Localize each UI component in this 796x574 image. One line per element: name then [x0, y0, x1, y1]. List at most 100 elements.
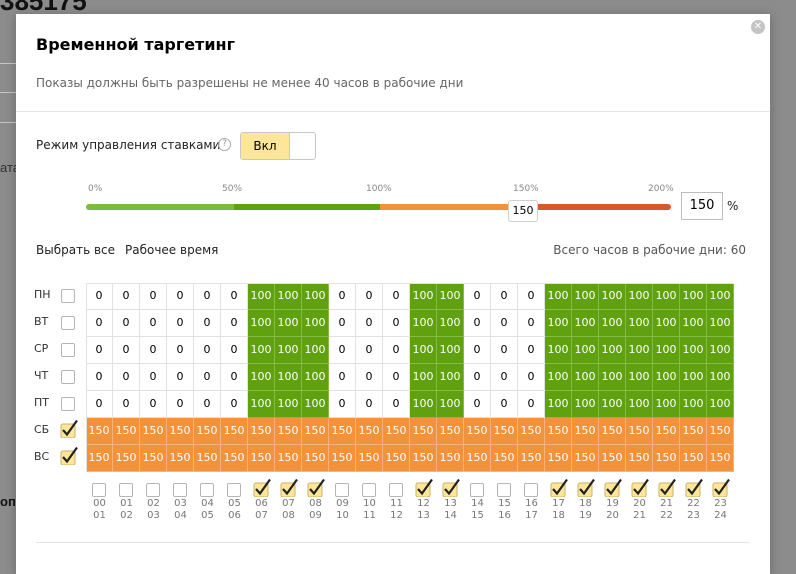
time-grid[interactable]: 0 0 0 0 0 0 100 100 100 0 0 0 100 100 0 0 0 100 100 100 100 1… [86, 283, 734, 472]
hour-checkbox[interactable] [712, 478, 730, 497]
grid-cell[interactable]: 150 [383, 445, 410, 472]
help-icon[interactable]: ? [218, 138, 231, 151]
grid-cell[interactable]: 100 [410, 391, 437, 418]
grid-cell[interactable]: 100 [599, 364, 626, 391]
grid-cell[interactable]: 0 [113, 337, 140, 364]
grid-cell[interactable]: 0 [140, 283, 167, 310]
grid-cell[interactable]: 100 [545, 337, 572, 364]
grid-cell[interactable]: 150 [680, 418, 707, 445]
grid-cell[interactable]: 150 [356, 445, 383, 472]
grid-cell[interactable]: 100 [680, 337, 707, 364]
grid-cell[interactable]: 0 [491, 310, 518, 337]
grid-cell[interactable]: 150 [248, 445, 275, 472]
grid-cell[interactable]: 0 [113, 391, 140, 418]
grid-cell[interactable]: 0 [221, 283, 248, 310]
grid-cell[interactable]: 100 [302, 310, 329, 337]
grid-cell[interactable]: 150 [86, 418, 113, 445]
hour-checkbox[interactable] [335, 483, 349, 497]
grid-cell[interactable]: 150 [275, 445, 302, 472]
day-checkbox[interactable] [61, 370, 75, 384]
grid-cell[interactable]: 150 [491, 418, 518, 445]
grid-cell[interactable]: 100 [437, 283, 464, 310]
grid-cell[interactable]: 150 [464, 418, 491, 445]
grid-cell[interactable]: 0 [113, 310, 140, 337]
grid-cell[interactable]: 150 [329, 445, 356, 472]
grid-cell[interactable]: 150 [140, 418, 167, 445]
grid-cell[interactable]: 0 [167, 283, 194, 310]
grid-cell[interactable]: 100 [626, 364, 653, 391]
grid-cell[interactable]: 0 [518, 364, 545, 391]
grid-cell[interactable]: 100 [248, 391, 275, 418]
grid-cell[interactable]: 0 [140, 364, 167, 391]
hour-checkbox[interactable] [550, 478, 568, 497]
grid-cell[interactable]: 100 [302, 364, 329, 391]
grid-cell[interactable]: 100 [248, 364, 275, 391]
grid-cell[interactable]: 0 [383, 364, 410, 391]
grid-cell[interactable]: 0 [167, 337, 194, 364]
grid-cell[interactable]: 150 [653, 418, 680, 445]
grid-cell[interactable]: 0 [464, 364, 491, 391]
grid-cell[interactable]: 0 [167, 310, 194, 337]
grid-cell[interactable]: 100 [302, 337, 329, 364]
grid-cell[interactable]: 100 [626, 391, 653, 418]
hour-checkbox[interactable] [119, 483, 133, 497]
grid-cell[interactable]: 150 [437, 418, 464, 445]
grid-cell[interactable]: 0 [383, 283, 410, 310]
hour-checkbox[interactable] [200, 483, 214, 497]
grid-cell[interactable]: 100 [599, 391, 626, 418]
grid-cell[interactable]: 100 [707, 337, 734, 364]
grid-cell[interactable]: 150 [545, 445, 572, 472]
grid-cell[interactable]: 100 [599, 337, 626, 364]
grid-cell[interactable]: 150 [113, 445, 140, 472]
grid-cell[interactable]: 150 [599, 445, 626, 472]
grid-cell[interactable]: 150 [680, 445, 707, 472]
slider-track-segment[interactable] [234, 204, 380, 210]
grid-cell[interactable]: 100 [572, 364, 599, 391]
day-checkbox[interactable] [61, 343, 75, 357]
hour-checkbox[interactable] [146, 483, 160, 497]
grid-cell[interactable]: 100 [680, 310, 707, 337]
grid-cell[interactable]: 150 [707, 418, 734, 445]
grid-cell[interactable]: 100 [626, 283, 653, 310]
grid-cell[interactable]: 100 [572, 391, 599, 418]
grid-cell[interactable]: 100 [680, 364, 707, 391]
grid-cell[interactable]: 100 [599, 283, 626, 310]
grid-cell[interactable]: 100 [653, 310, 680, 337]
grid-cell[interactable]: 100 [707, 310, 734, 337]
grid-cell[interactable]: 0 [383, 337, 410, 364]
hour-checkbox[interactable] [470, 483, 484, 497]
grid-cell[interactable]: 100 [437, 310, 464, 337]
slider-track-segment[interactable] [86, 204, 234, 210]
grid-cell[interactable]: 0 [491, 364, 518, 391]
hour-checkbox[interactable] [253, 478, 271, 497]
grid-cell[interactable]: 0 [464, 391, 491, 418]
grid-cell[interactable]: 100 [545, 391, 572, 418]
day-checkbox[interactable] [60, 419, 78, 438]
grid-cell[interactable]: 150 [356, 418, 383, 445]
hour-checkbox[interactable] [173, 483, 187, 497]
bid-percent-input[interactable]: 150 [681, 192, 723, 220]
grid-cell[interactable]: 100 [545, 364, 572, 391]
grid-cell[interactable]: 0 [518, 283, 545, 310]
grid-cell[interactable]: 0 [356, 310, 383, 337]
grid-cell[interactable]: 0 [383, 310, 410, 337]
close-icon[interactable]: ✕ [751, 20, 765, 34]
grid-cell[interactable]: 150 [221, 445, 248, 472]
hour-checkbox[interactable] [227, 483, 241, 497]
grid-cell[interactable]: 100 [680, 391, 707, 418]
grid-cell[interactable]: 100 [545, 310, 572, 337]
grid-cell[interactable]: 150 [167, 445, 194, 472]
grid-cell[interactable]: 0 [518, 337, 545, 364]
grid-cell[interactable]: 0 [221, 364, 248, 391]
grid-cell[interactable]: 0 [167, 364, 194, 391]
grid-cell[interactable]: 0 [86, 310, 113, 337]
grid-cell[interactable]: 100 [437, 391, 464, 418]
grid-cell[interactable]: 0 [356, 364, 383, 391]
grid-cell[interactable]: 100 [437, 337, 464, 364]
grid-cell[interactable]: 0 [86, 283, 113, 310]
grid-cell[interactable]: 100 [275, 364, 302, 391]
grid-cell[interactable]: 100 [410, 364, 437, 391]
hour-checkbox[interactable] [362, 483, 376, 497]
grid-cell[interactable]: 100 [410, 283, 437, 310]
grid-cell[interactable]: 0 [356, 283, 383, 310]
